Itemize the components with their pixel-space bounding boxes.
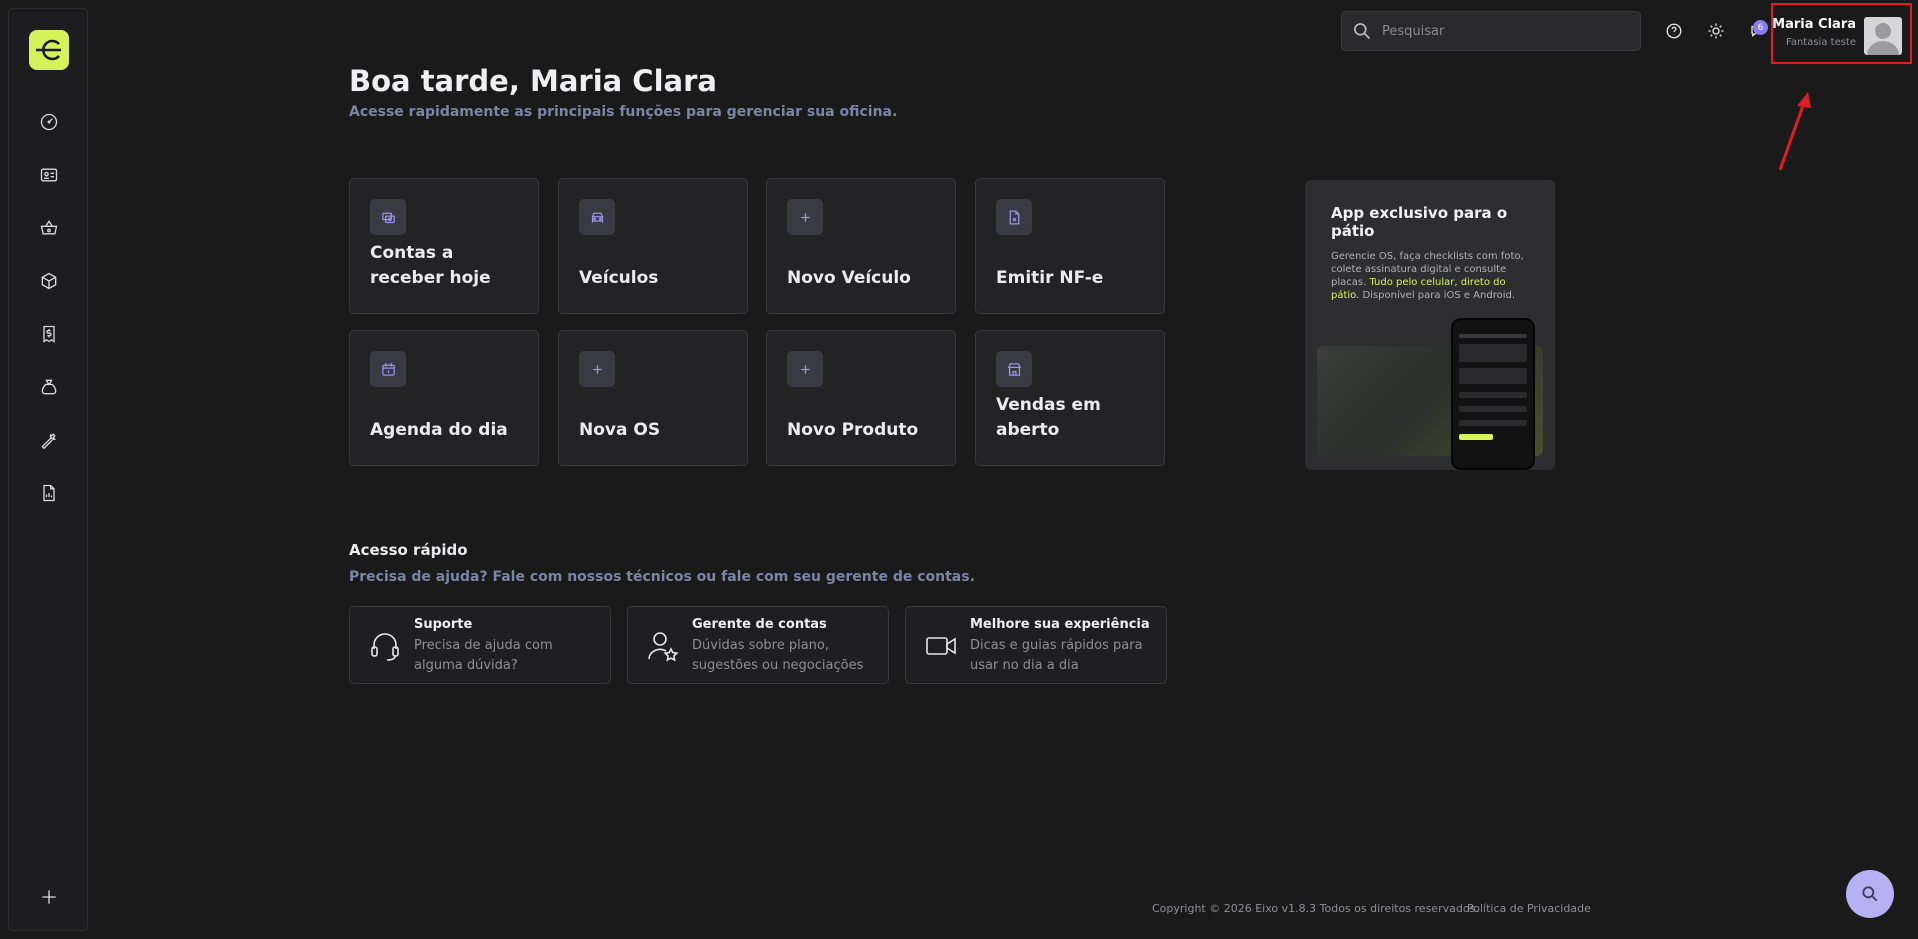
card-novo-produto[interactable]: Novo Produto: [766, 330, 956, 466]
page-title: Boa tarde, Maria Clara: [349, 64, 717, 98]
user-star-icon: [646, 629, 680, 663]
account-manager-desc: Dúvidas sobre plano, sugestões ou negoci…: [692, 638, 864, 673]
account-manager-card[interactable]: Gerente de contas Dúvidas sobre plano, s…: [627, 606, 889, 684]
notification-badge: 6: [1753, 20, 1768, 35]
box-icon[interactable]: [37, 269, 61, 293]
search-bar[interactable]: [1341, 11, 1641, 51]
plus-icon: [787, 351, 823, 387]
quick-access-subtitle: Precisa de ajuda? Fale com nossos técnic…: [349, 569, 975, 585]
card-label: Nova OS: [579, 420, 661, 440]
experience-title: Melhore sua experiência: [970, 617, 1150, 632]
wrench-icon[interactable]: [37, 428, 61, 452]
card-emitir-nfe[interactable]: Emitir NF-e: [975, 178, 1165, 314]
promo-description: Gerencie OS, faça checklists com foto, c…: [1331, 250, 1531, 302]
card-nova-os[interactable]: Nova OS: [558, 330, 748, 466]
card-veiculos[interactable]: Veículos: [558, 178, 748, 314]
user-company: Fantasia teste: [1786, 37, 1856, 48]
annotation-arrow-icon: [1778, 92, 1811, 171]
phone-mockup-icon: [1451, 318, 1535, 470]
promo-desc-end: Disponível para iOS e Android.: [1359, 290, 1516, 301]
eixo-logo-icon: [36, 39, 61, 61]
page-subtitle: Acesse rapidamente as principais funções…: [349, 104, 898, 120]
plus-icon[interactable]: [37, 885, 61, 909]
user-avatar-icon: [1867, 23, 1899, 55]
card-label: Agenda do dia: [370, 420, 508, 440]
report-icon[interactable]: [37, 481, 61, 505]
receipt-icon[interactable]: [37, 322, 61, 346]
card-vendas-aberto[interactable]: Vendas em aberto: [975, 330, 1165, 466]
dashboard-icon[interactable]: [37, 110, 61, 134]
quick-access-title: Acesso rápido: [349, 541, 468, 559]
basket-icon[interactable]: [37, 216, 61, 240]
theme-toggle-icon[interactable]: [1705, 20, 1727, 42]
experience-desc: Dicas e guias rápidos para usar no dia a…: [970, 638, 1143, 673]
card-agenda[interactable]: Agenda do dia: [349, 330, 539, 466]
plus-icon: [579, 351, 615, 387]
support-title: Suporte: [414, 617, 473, 632]
logo[interactable]: [29, 30, 69, 70]
bills-icon: [370, 199, 406, 235]
app-promo-card[interactable]: App exclusivo para o pátio Gerencie OS, …: [1305, 180, 1555, 470]
car-icon: [579, 199, 615, 235]
card-label: Novo Produto: [787, 420, 919, 440]
copyright: Copyright © 2026 Eixo v1.8.3 Todos os di…: [1152, 902, 1479, 915]
user-menu[interactable]: Maria Clara Fantasia teste: [1771, 3, 1912, 64]
card-label: Contas a receber hoje: [370, 243, 491, 288]
id-card-icon[interactable]: [37, 163, 61, 187]
plus-icon: [787, 199, 823, 235]
card-label: Novo Veículo: [787, 268, 911, 288]
avatar[interactable]: [1864, 17, 1902, 55]
user-name: Maria Clara: [1772, 17, 1856, 32]
account-manager-title: Gerente de contas: [692, 617, 827, 632]
sidebar: [8, 8, 88, 931]
card-label: Emitir NF-e: [996, 268, 1104, 288]
card-label: Vendas em aberto: [996, 395, 1101, 440]
search-fab[interactable]: [1846, 870, 1894, 918]
video-icon: [924, 629, 958, 663]
card-contas-receber[interactable]: Contas a receber hoje: [349, 178, 539, 314]
privacy-link[interactable]: Política de Privacidade: [1467, 902, 1591, 915]
search-icon: [1354, 23, 1371, 40]
calendar-icon: [370, 351, 406, 387]
money-bag-icon[interactable]: [37, 375, 61, 399]
headset-icon: [368, 629, 402, 663]
search-icon: [1862, 886, 1878, 902]
card-label: Veículos: [579, 268, 659, 288]
support-desc: Precisa de ajuda com alguma dúvida?: [414, 638, 553, 673]
promo-title: App exclusivo para o pátio: [1331, 204, 1508, 240]
help-icon[interactable]: [1663, 20, 1685, 42]
card-novo-veiculo[interactable]: Novo Veículo: [766, 178, 956, 314]
store-icon: [996, 351, 1032, 387]
experience-card[interactable]: Melhore sua experiência Dicas e guias rá…: [905, 606, 1167, 684]
support-card[interactable]: Suporte Precisa de ajuda com alguma dúvi…: [349, 606, 611, 684]
search-input[interactable]: [1382, 23, 1622, 39]
invoice-icon: [996, 199, 1032, 235]
